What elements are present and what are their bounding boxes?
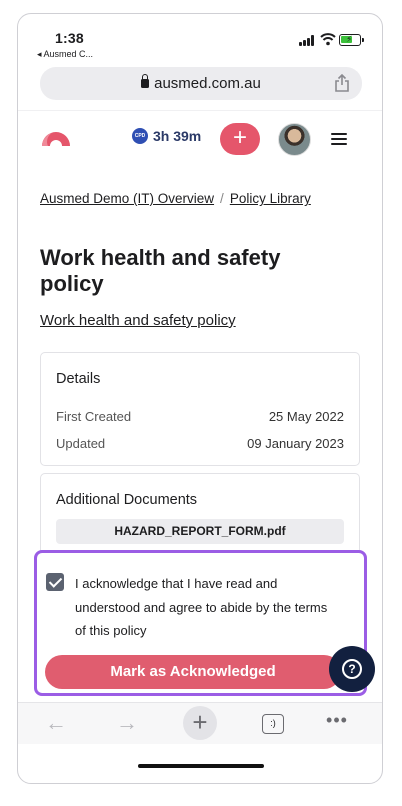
breadcrumb: Ausmed Demo (IT) Overview / Policy Library [40,191,311,206]
share-icon[interactable] [334,74,350,92]
detail-value: 25 May 2022 [268,409,344,424]
detail-row-first-created: First Created 25 May 2022 [56,409,344,424]
mark-as-acknowledged-button[interactable]: Mark as Acknowledged [45,655,341,689]
more-icon[interactable]: ••• [321,709,353,733]
additional-documents-heading: Additional Documents [56,492,198,508]
breadcrumb-policy-library[interactable]: Policy Library [230,191,311,206]
battery-icon: ⚡ [339,34,364,46]
status-time: 1:38 [55,30,84,46]
details-card: Details First Created 25 May 2022 Update… [40,352,360,466]
avatar[interactable] [278,123,311,156]
back-icon[interactable]: ← [43,712,69,736]
detail-label: Updated [56,436,106,451]
wifi-icon [320,33,336,46]
page-title: Work health and safety policy [40,245,281,296]
cellular-signal-icon [299,35,315,46]
policy-document-link[interactable]: Work health and safety policy [40,312,236,329]
detail-value: 09 January 2023 [247,436,344,451]
acknowledge-text: I acknowledge that I have read and under… [75,576,328,638]
ausmed-logo-icon[interactable] [40,129,72,147]
back-to-app-link[interactable]: ◂ Ausmed C... [37,49,93,60]
status-bar: 1:38 ◂ Ausmed C... ⚡ [18,14,382,62]
details-heading: Details [56,371,101,387]
acknowledge-panel: I acknowledge that I have read and under… [34,550,375,696]
cpd-badge-icon: CPD [132,128,148,144]
file-link-hazard-report[interactable]: HAZARD_REPORT_FORM.pdf [56,519,344,544]
tabs-icon[interactable]: :) [262,714,284,734]
breadcrumb-separator: / [220,191,224,206]
breadcrumb-overview[interactable]: Ausmed Demo (IT) Overview [40,191,214,206]
menu-icon[interactable] [331,133,347,145]
cpd-hours[interactable]: CPD 3h 39m [132,128,201,144]
url-text: ausmed.com.au [154,75,261,92]
lock-icon [141,74,150,88]
help-button[interactable]: ? [329,646,375,692]
home-indicator [138,764,264,768]
acknowledge-checkbox[interactable] [46,573,64,591]
address-bar[interactable]: ausmed.com.au [40,67,362,100]
detail-label: First Created [56,409,132,424]
cpd-time: 3h 39m [153,128,202,144]
browser-toolbar: ← → + :) ••• [18,702,382,744]
help-icon: ? [342,659,362,679]
detail-row-updated: Updated 09 January 2023 [56,436,344,451]
forward-icon[interactable]: → [114,712,140,736]
phone-screen: 1:38 ◂ Ausmed C... ⚡ ausmed.com.au CPD 3… [17,13,383,784]
new-tab-icon[interactable]: + [183,706,217,740]
site-header: CPD 3h 39m + [18,110,382,168]
add-button[interactable]: + [220,123,260,155]
